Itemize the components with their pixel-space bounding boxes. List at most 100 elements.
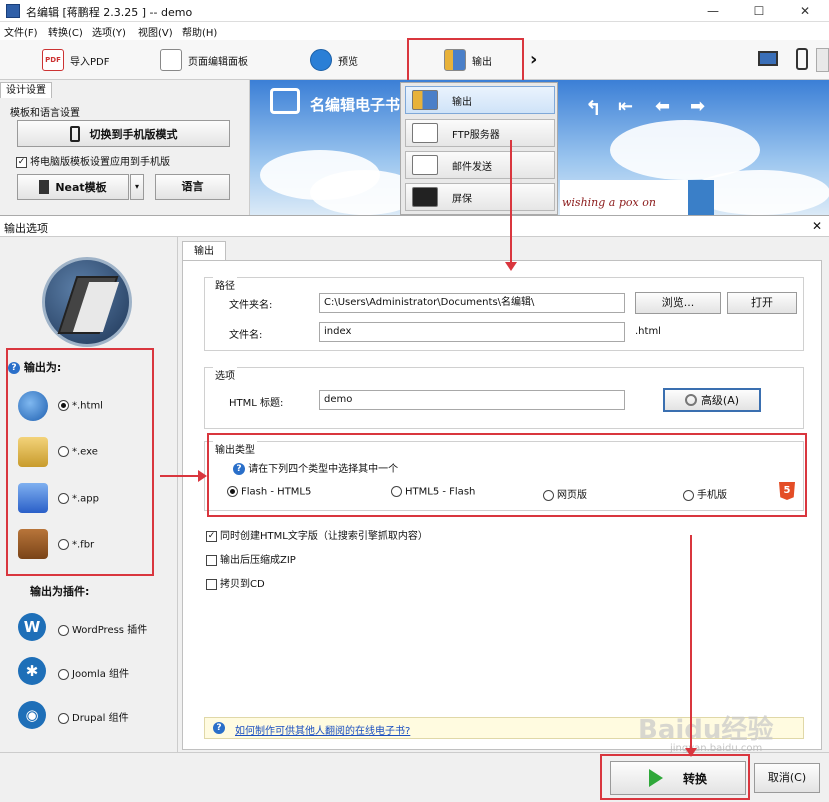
joomla-icon: ✱ [18, 657, 46, 685]
cancel-button[interactable]: 取消(C) [754, 763, 820, 793]
refresh-icon [310, 49, 332, 71]
advanced-button[interactable]: 高级(A) [663, 388, 761, 412]
arrow-convert-head-icon [685, 748, 697, 757]
watermark-url: jingyan.baidu.com [670, 743, 763, 754]
menu-convert[interactable]: 转换(C) [48, 24, 83, 39]
dropdown-screensaver[interactable]: 屏保 [405, 183, 555, 211]
menu-view[interactable]: 视图(V) [138, 24, 173, 39]
logo-icon [270, 88, 300, 114]
format-highlight-box [6, 348, 154, 576]
page-editor-button[interactable]: 页面编辑面板 [160, 48, 248, 72]
title-bar: 名编辑 [蒋鹏程 2.3.25 ] -- demo — ☐ ✕ [0, 0, 829, 22]
zip-checkbox[interactable]: 输出后压缩成ZIP [206, 551, 296, 566]
output-dropdown-menu: 输出 FTP服务器 邮件发送 屏保 [400, 82, 558, 215]
dropdown-screensaver-label: 屏保 [452, 193, 472, 205]
template-dropdown-chevron-icon[interactable]: ▾ [130, 174, 144, 200]
preview-tagline: wishing a pox on [562, 196, 656, 209]
dropdown-email-label: 邮件发送 [452, 161, 492, 173]
dropdown-output-label: 输出 [452, 96, 472, 108]
prev-page-icon[interactable]: ⬅ [655, 96, 670, 117]
dropdown-ftp-label: FTP服务器 [452, 129, 500, 141]
logo-text: 名编辑电子书 [310, 96, 401, 114]
help-icon: ? [213, 722, 225, 734]
browse-button[interactable]: 浏览... [635, 292, 721, 314]
dropdown-email[interactable]: 邮件发送 [405, 151, 555, 179]
tab-output[interactable]: 输出 [182, 241, 226, 261]
arrow-convert-line [690, 535, 692, 750]
plugin-joomla-radio[interactable]: Joomla 组件 [58, 665, 129, 680]
dropdown-ftp[interactable]: FTP服务器 [405, 119, 555, 147]
side-tab[interactable] [688, 180, 714, 215]
switch-mobile-label: 切换到手机版模式 [89, 127, 178, 141]
plugins-heading: 输出为插件: [30, 585, 90, 598]
design-settings-panel: 设计设置 模板和语言设置 切换到手机版模式 ✓ 将电脑版模板设置应用到手机版 Ne… [0, 80, 250, 215]
dialog-title-bar: 输出选项 ✕ [0, 215, 829, 237]
arrow-down-line [510, 140, 512, 264]
apply-check-icon: ✓ [16, 156, 27, 168]
preview-label: 预览 [338, 56, 358, 68]
close-window-button[interactable]: ✕ [782, 0, 828, 22]
monitor-icon [412, 187, 438, 207]
first-page-icon[interactable]: ⇤ [618, 96, 633, 117]
convert-highlight-box [600, 754, 750, 800]
product-logo-icon [42, 257, 132, 347]
copy-cd-label: 拷贝到CD [220, 579, 265, 590]
neat-template-label: Neat模板 [55, 181, 107, 194]
envelope-icon [412, 155, 438, 175]
menu-file[interactable]: 文件(F) [4, 24, 38, 39]
next-page-icon[interactable]: ➡ [690, 96, 705, 117]
output-icon [412, 90, 438, 110]
dialog-close-button[interactable]: ✕ [812, 219, 822, 233]
apply-checkbox-label: 将电脑版模板设置应用到手机版 [30, 157, 170, 168]
create-html-text-checkbox[interactable]: ✓ 同时创建HTML文字版（让搜索引擎抓取内容） [206, 527, 428, 542]
zip-label: 输出后压缩成ZIP [220, 555, 296, 566]
page-editor-label: 页面编辑面板 [188, 56, 248, 68]
gear-icon [684, 394, 697, 406]
help-link[interactable]: 如何制作可供其他人翻阅的在线电子书? [235, 722, 410, 737]
advanced-label: 高级(A) [700, 394, 740, 407]
arrow-right-head-icon [198, 470, 207, 482]
plugin-drupal-radio[interactable]: Drupal 组件 [58, 709, 129, 724]
plugin-joomla-label: Joomla 组件 [72, 669, 130, 680]
plugin-wordpress-radio[interactable]: WordPress 插件 [58, 621, 147, 636]
options-legend: 选项 [213, 367, 237, 382]
menu-help[interactable]: 帮助(H) [182, 24, 217, 39]
dropdown-output[interactable]: 输出 [405, 86, 555, 114]
more-chevron-icon[interactable]: › [530, 49, 537, 70]
path-legend: 路径 [213, 277, 237, 292]
apply-to-mobile-checkbox[interactable]: ✓ 将电脑版模板设置应用到手机版 [16, 153, 170, 168]
tab-design-settings[interactable]: 设计设置 [0, 82, 52, 98]
options-group: 选项 HTML 标题: demo 高级(A) [204, 367, 804, 429]
import-pdf-button[interactable]: PDF 导入PDF [42, 48, 109, 72]
menu-options[interactable]: 选项(Y) [92, 24, 126, 39]
back-arrow-icon[interactable]: ↰ [585, 96, 602, 120]
import-pdf-label: 导入PDF [70, 56, 110, 68]
html-title-label: HTML 标题: [229, 398, 284, 409]
folder-label: 文件夹名: [229, 300, 273, 311]
copy-cd-checkbox[interactable]: 拷贝到CD [206, 575, 265, 590]
filename-input[interactable]: index [319, 322, 625, 342]
check-icon: ✓ [206, 530, 217, 542]
desktop-icon[interactable] [758, 51, 778, 66]
plugin-wordpress-label: WordPress 插件 [72, 625, 148, 636]
switch-mobile-button[interactable]: 切换到手机版模式 [17, 120, 230, 147]
wordpress-icon: W [18, 613, 46, 641]
arrow-down-head-icon [505, 262, 517, 271]
neat-template-button[interactable]: Neat模板 [17, 174, 129, 200]
minimize-button[interactable]: — [690, 0, 736, 22]
phone-icon [69, 125, 80, 142]
open-button[interactable]: 打开 [727, 292, 797, 314]
maximize-button[interactable]: ☐ [736, 0, 782, 22]
preview-button[interactable]: 预览 [310, 48, 358, 72]
view-dropdown-chevron-icon[interactable] [816, 48, 829, 72]
drupal-icon: ◉ [18, 701, 46, 729]
app-icon [6, 4, 20, 18]
language-button[interactable]: 语言 [155, 174, 230, 200]
extension-label: .html [635, 326, 661, 337]
mobile-icon[interactable] [796, 48, 808, 70]
folder-input[interactable]: C:\Users\Administrator\Documents\名编辑\ [319, 293, 625, 313]
window-title: 名编辑 [蒋鹏程 2.3.25 ] -- demo [26, 6, 193, 19]
html-title-input[interactable]: demo [319, 390, 625, 410]
output-type-highlight-box [207, 433, 807, 517]
plugin-drupal-label: Drupal 组件 [72, 713, 129, 724]
